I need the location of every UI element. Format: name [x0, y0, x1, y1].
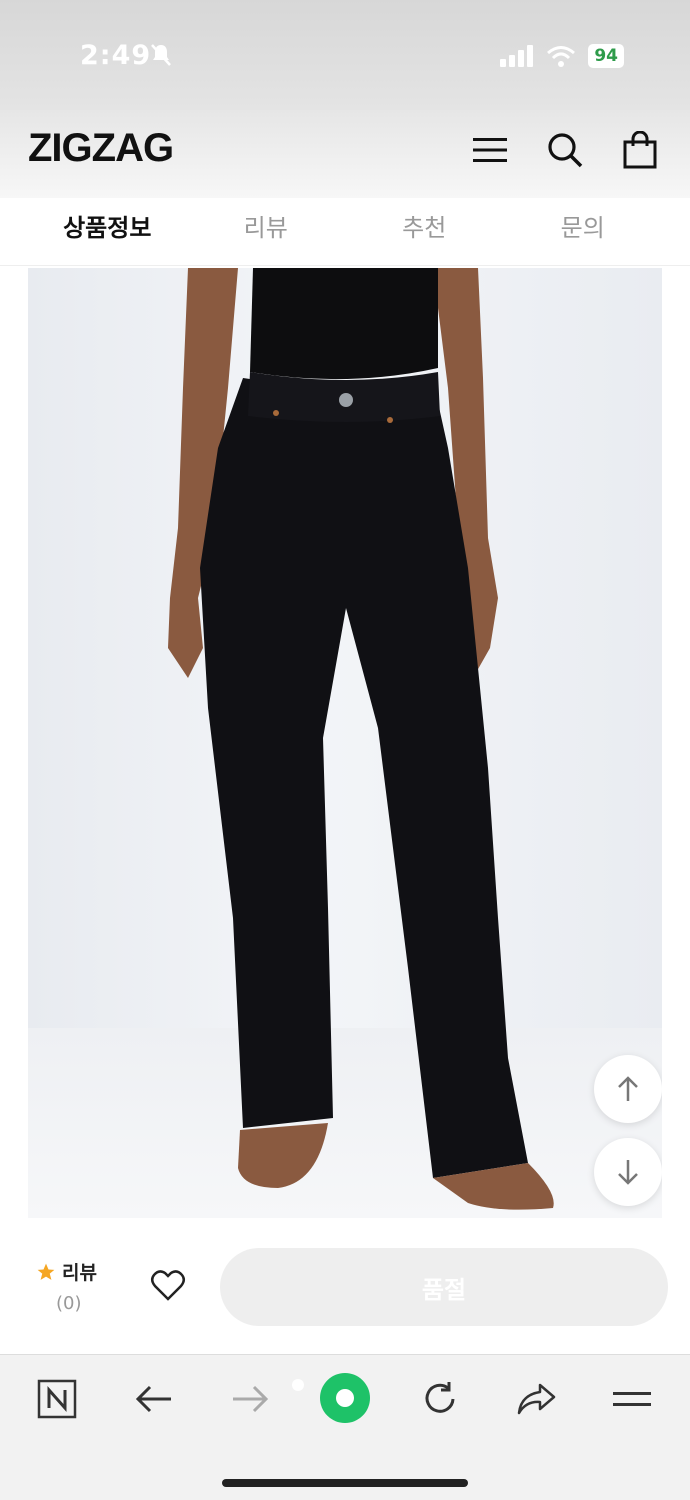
star-icon: [37, 1263, 55, 1280]
product-tabs: 상품정보 리뷰 추천 문의: [0, 198, 690, 273]
tab-reviews[interactable]: 리뷰: [187, 198, 346, 265]
refresh-icon[interactable]: [418, 1377, 462, 1421]
tab-inquiry[interactable]: 문의: [504, 198, 663, 265]
dot-indicator: [292, 1379, 304, 1391]
hamburger-menu-icon[interactable]: [610, 1377, 654, 1421]
search-icon[interactable]: [545, 130, 585, 170]
model-jeans-illustration: [168, 268, 554, 1210]
zigzag-logo[interactable]: ZIGZAG: [28, 126, 174, 171]
app-header: ZIGZAG: [0, 110, 690, 198]
signal-icon: [500, 45, 534, 67]
forward-arrow-icon[interactable]: [228, 1377, 272, 1421]
menu-icon[interactable]: [470, 130, 510, 170]
review-summary[interactable]: 리뷰 (0): [36, 1258, 116, 1314]
scroll-down-button[interactable]: [594, 1138, 662, 1206]
home-indicator[interactable]: [222, 1479, 468, 1487]
scroll-up-button[interactable]: [594, 1055, 662, 1123]
review-label: 리뷰: [62, 1262, 97, 1284]
soldout-button[interactable]: 품절: [220, 1248, 668, 1326]
status-bar: 2:49 94: [0, 0, 690, 110]
bell-muted-icon: [151, 44, 171, 66]
shopping-bag-icon[interactable]: [620, 130, 660, 170]
battery-indicator: 94: [588, 44, 624, 68]
purchase-action-bar: 리뷰 (0) 품절: [0, 1232, 690, 1354]
green-dot-button[interactable]: [318, 1371, 372, 1425]
arrow-down-icon: [618, 1160, 638, 1185]
share-icon[interactable]: [514, 1377, 558, 1421]
review-count: (0): [56, 1293, 82, 1314]
product-image: [28, 268, 662, 1218]
status-indicators: 94: [500, 44, 624, 68]
tab-product-info[interactable]: 상품정보: [28, 198, 187, 273]
back-arrow-icon[interactable]: [132, 1377, 176, 1421]
arrow-up-icon: [618, 1076, 638, 1101]
browser-toolbar: [0, 1354, 690, 1500]
naver-home-icon[interactable]: [35, 1377, 79, 1421]
tab-recommend[interactable]: 추천: [345, 198, 504, 265]
heart-icon[interactable]: [150, 1268, 186, 1302]
wifi-icon: [547, 46, 576, 67]
status-time: 2:49: [80, 40, 152, 71]
